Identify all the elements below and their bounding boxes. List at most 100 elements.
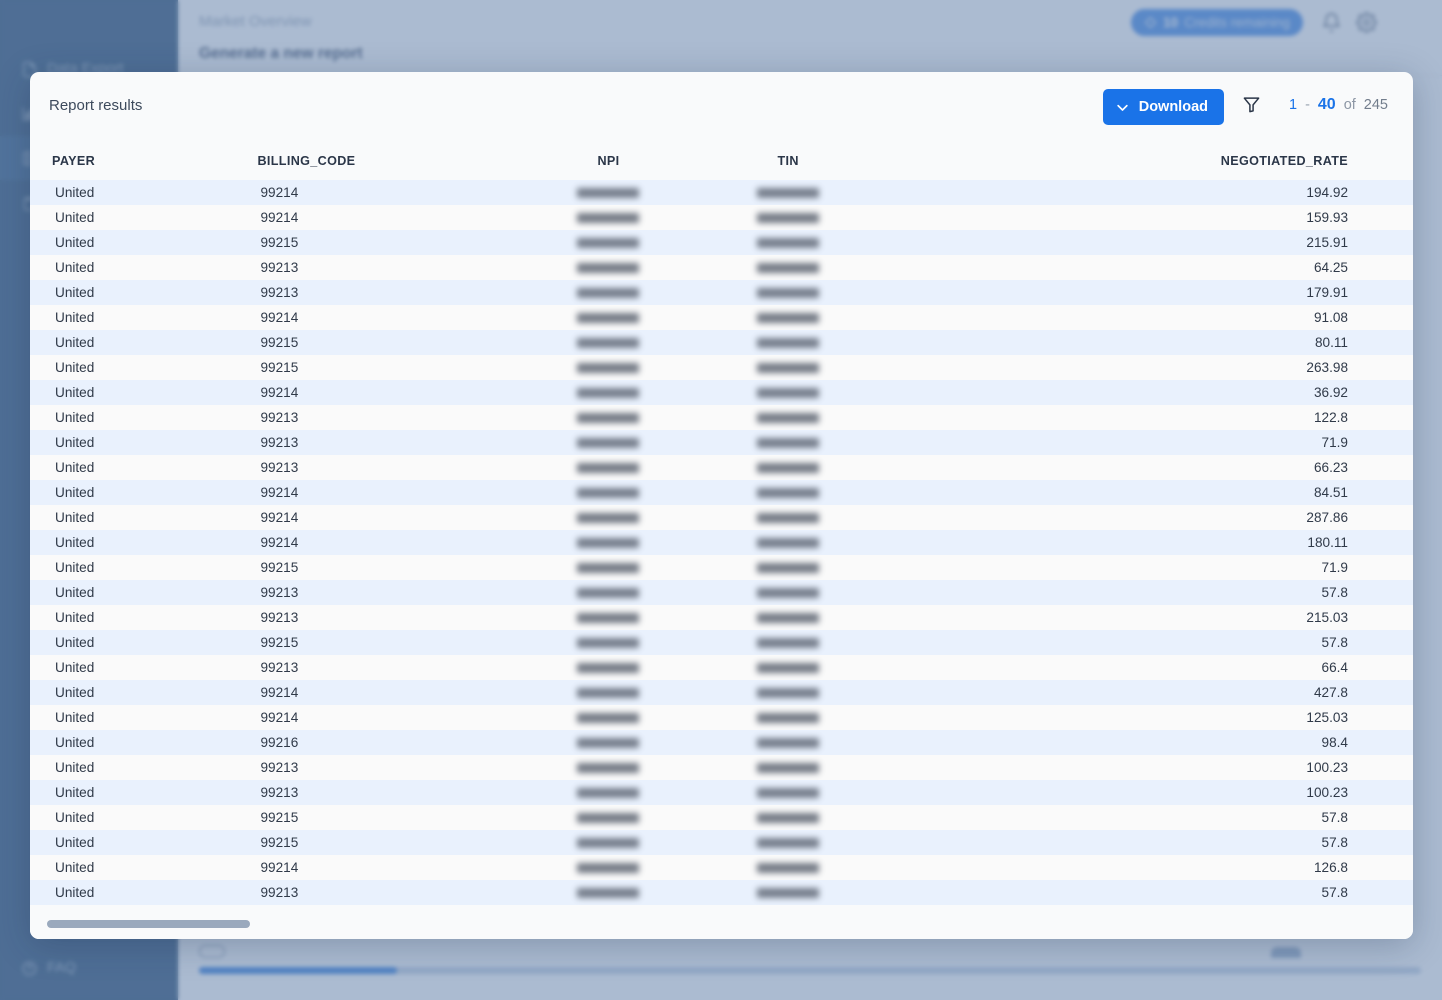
table-row[interactable]: United 99214 427.8 xyxy=(30,680,1413,705)
table-row[interactable]: United 99215 215.91 xyxy=(30,230,1413,255)
redacted-value xyxy=(577,763,640,774)
table-row[interactable]: United 99214 287.86 xyxy=(30,505,1413,530)
cell-billing-code: 99213 xyxy=(142,430,513,455)
table-row[interactable]: United 99213 57.8 xyxy=(30,580,1413,605)
topbar: Market Overview Generate a new report 10… xyxy=(178,0,1442,76)
redacted-value xyxy=(577,313,640,324)
cell-negotiated-rate: 427.8 xyxy=(871,680,1413,705)
cell-billing-code: 99213 xyxy=(142,280,513,305)
breadcrumb[interactable]: Market Overview xyxy=(199,13,312,30)
table-row[interactable]: United 99213 71.9 xyxy=(30,430,1413,455)
redacted-value xyxy=(757,413,820,424)
cell-tin xyxy=(704,405,872,430)
redacted-value xyxy=(577,538,640,549)
cell-payer: United xyxy=(30,255,143,280)
cell-npi xyxy=(512,680,705,705)
cell-npi xyxy=(512,555,705,580)
column-header-payer[interactable]: PAYER xyxy=(30,146,143,180)
cell-negotiated-rate: 80.11 xyxy=(871,330,1413,355)
bell-icon[interactable] xyxy=(1321,12,1342,33)
redacted-value xyxy=(757,438,820,449)
table-row[interactable]: United 99214 126.8 xyxy=(30,855,1413,880)
table-row[interactable]: United 99214 180.11 xyxy=(30,530,1413,555)
cell-payer: United xyxy=(30,855,143,880)
redacted-value xyxy=(757,663,820,674)
redacted-value xyxy=(577,438,640,449)
cell-tin xyxy=(704,180,872,205)
cell-tin xyxy=(704,430,872,455)
table-row[interactable]: United 99215 80.11 xyxy=(30,330,1413,355)
redacted-value xyxy=(757,513,820,524)
horizontal-scrollbar-track[interactable] xyxy=(30,914,1413,939)
redacted-value xyxy=(757,538,820,549)
column-header-tin[interactable]: TIN xyxy=(704,146,872,180)
cell-npi xyxy=(512,580,705,605)
redacted-value xyxy=(577,713,640,724)
filter-funnel-icon[interactable] xyxy=(1242,95,1261,114)
cell-billing-code: 99213 xyxy=(142,880,513,905)
table-row[interactable]: United 99215 57.8 xyxy=(30,805,1413,830)
credits-label: Credits remaining xyxy=(1184,15,1290,30)
cell-npi xyxy=(512,655,705,680)
redacted-value xyxy=(757,688,820,699)
cell-tin xyxy=(704,280,872,305)
cell-npi xyxy=(512,705,705,730)
cell-npi xyxy=(512,855,705,880)
table-row[interactable]: United 99216 98.4 xyxy=(30,730,1413,755)
cell-negotiated-rate: 180.11 xyxy=(871,530,1413,555)
table-row[interactable]: United 99213 100.23 xyxy=(30,755,1413,780)
background-panel-widget xyxy=(1271,947,1301,958)
table-row[interactable]: United 99213 179.91 xyxy=(30,280,1413,305)
column-header-billing-code[interactable]: BILLING_CODE xyxy=(142,146,513,180)
horizontal-scrollbar-thumb[interactable] xyxy=(47,920,250,928)
table-row[interactable]: United 99215 71.9 xyxy=(30,555,1413,580)
table-row[interactable]: United 99213 66.23 xyxy=(30,455,1413,480)
table-row[interactable]: United 99214 91.08 xyxy=(30,305,1413,330)
cell-negotiated-rate: 122.8 xyxy=(871,405,1413,430)
cell-npi xyxy=(512,880,705,905)
cell-tin xyxy=(704,780,872,805)
column-header-negotiated-rate[interactable]: NEGOTIATED_RATE xyxy=(871,146,1413,180)
cell-npi xyxy=(512,255,705,280)
table-row[interactable]: United 99215 263.98 xyxy=(30,355,1413,380)
redacted-value xyxy=(757,313,820,324)
redacted-value xyxy=(577,813,640,824)
credits-badge[interactable]: 10 Credits remaining xyxy=(1131,9,1303,36)
cell-payer: United xyxy=(30,180,143,205)
cell-npi xyxy=(512,305,705,330)
cell-billing-code: 99214 xyxy=(142,530,513,555)
table-row[interactable]: United 99213 66.4 xyxy=(30,655,1413,680)
table-row[interactable]: United 99214 125.03 xyxy=(30,705,1413,730)
redacted-value xyxy=(757,338,820,349)
redacted-value xyxy=(577,638,640,649)
table-row[interactable]: United 99213 57.8 xyxy=(30,880,1413,905)
cell-billing-code: 99213 xyxy=(142,655,513,680)
table-row[interactable]: United 99215 57.8 xyxy=(30,630,1413,655)
table-row[interactable]: United 99213 64.25 xyxy=(30,255,1413,280)
results-table-scroll-area[interactable]: PAYER BILLING_CODE NPI TIN NEGOTIATED_RA… xyxy=(30,146,1413,914)
table-row[interactable]: United 99213 215.03 xyxy=(30,605,1413,630)
table-row[interactable]: United 99215 57.8 xyxy=(30,830,1413,855)
column-header-npi[interactable]: NPI xyxy=(512,146,705,180)
cell-billing-code: 99216 xyxy=(142,730,513,755)
cell-npi xyxy=(512,280,705,305)
modal-title: Report results xyxy=(49,97,143,114)
cell-negotiated-rate: 36.92 xyxy=(871,380,1413,405)
table-row[interactable]: United 99214 36.92 xyxy=(30,380,1413,405)
cell-payer: United xyxy=(30,655,143,680)
table-row[interactable]: United 99213 100.23 xyxy=(30,780,1413,805)
gear-icon[interactable] xyxy=(1356,12,1377,33)
table-row[interactable]: United 99213 122.8 xyxy=(30,405,1413,430)
table-row[interactable]: United 99214 194.92 xyxy=(30,180,1413,205)
page-range-to: 40 xyxy=(1317,96,1336,113)
cell-payer: United xyxy=(30,605,143,630)
download-button-label: Download xyxy=(1138,99,1208,115)
redacted-value xyxy=(577,888,640,899)
table-row[interactable]: United 99214 84.51 xyxy=(30,480,1413,505)
cell-npi xyxy=(512,755,705,780)
cell-tin xyxy=(704,455,872,480)
table-row[interactable]: United 99214 159.93 xyxy=(30,205,1413,230)
download-button[interactable]: Download xyxy=(1102,89,1224,125)
sidebar-item-faq[interactable]: FAQ xyxy=(0,946,178,990)
cell-tin xyxy=(704,380,872,405)
